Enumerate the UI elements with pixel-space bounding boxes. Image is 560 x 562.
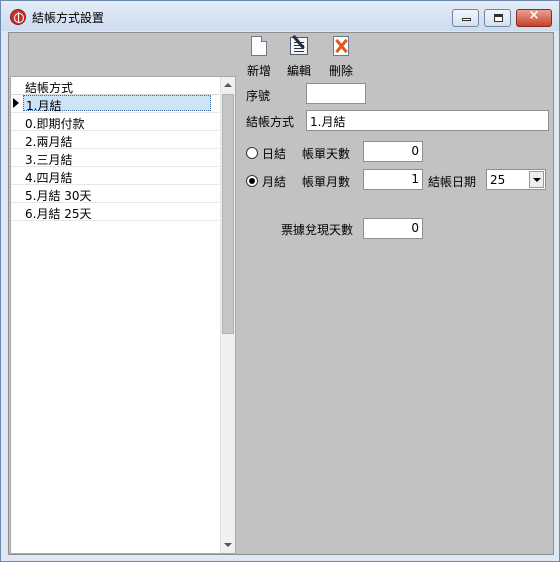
scroll-up-icon[interactable] [224, 83, 232, 87]
current-row-indicator-icon [13, 98, 19, 108]
title-bar[interactable]: 結帳方式設置 × [1, 1, 559, 31]
list-row-label: 6.月結 25天 [25, 207, 92, 221]
daily-radio-label[interactable]: 日結 [262, 145, 286, 162]
delete-button-label: 刪除 [328, 64, 353, 78]
window: 結帳方式設置 × 新增 編輯 刪除 結帳方式 1.月結 0.即期付款 2.兩月結… [0, 0, 560, 562]
days-field[interactable]: 0 [363, 141, 423, 162]
maximize-button[interactable] [484, 9, 511, 27]
new-button[interactable]: 新增 [237, 35, 281, 78]
list-row-label: 3.三月結 [25, 153, 73, 167]
cash-days-label: 票據兌現天數 [281, 223, 354, 237]
list-row[interactable]: 3.三月結 [11, 149, 219, 167]
close-icon: × [528, 8, 540, 23]
months-field[interactable]: 1 [363, 169, 423, 190]
seq-label: 序號 [246, 89, 271, 103]
client-area: 新增 編輯 刪除 結帳方式 1.月結 0.即期付款 2.兩月結 3.三月結 4.… [8, 32, 554, 555]
months-label: 帳單月數 [302, 175, 351, 189]
monthly-radio-label[interactable]: 月結 [262, 173, 286, 190]
list-row[interactable]: 6.月結 25天 [11, 203, 219, 221]
window-title: 結帳方式設置 [32, 11, 105, 25]
seq-field[interactable] [306, 83, 366, 104]
maximize-icon [494, 14, 503, 22]
scrollbar-thumb[interactable] [222, 94, 234, 334]
list-row-label: 1.月結 [23, 95, 211, 113]
closing-day-select[interactable]: 25 [486, 169, 546, 190]
edit-document-icon [290, 37, 308, 55]
list-row[interactable]: 4.四月結 [11, 167, 219, 185]
edit-button[interactable]: 編輯 [277, 35, 321, 78]
list-row[interactable]: 5.月結 30天 [11, 185, 219, 203]
cash-days-field[interactable]: 0 [363, 218, 423, 239]
new-button-label: 新增 [246, 64, 271, 78]
delete-document-icon [333, 36, 349, 56]
list-column-header[interactable]: 結帳方式 [11, 77, 219, 95]
list-row[interactable]: 1.月結 [11, 95, 219, 113]
minimize-icon [462, 18, 471, 21]
list-row-label: 0.即期付款 [25, 117, 85, 131]
closing-day-value: 25 [490, 173, 506, 187]
toolbar: 新增 編輯 刪除 [9, 33, 553, 78]
list-row[interactable]: 0.即期付款 [11, 113, 219, 131]
edit-button-label: 編輯 [286, 64, 311, 78]
list-row-label: 2.兩月結 [25, 135, 73, 149]
app-logo-icon [10, 9, 26, 25]
method-label: 結帳方式 [246, 115, 295, 129]
daily-radio[interactable] [246, 147, 258, 159]
chevron-down-icon[interactable] [529, 171, 544, 188]
list-row-label: 5.月結 30天 [25, 189, 92, 203]
days-label: 帳單天數 [302, 147, 351, 161]
payment-method-list[interactable]: 結帳方式 1.月結 0.即期付款 2.兩月結 3.三月結 4.四月結 5.月結 … [10, 76, 236, 554]
list-header-label: 結帳方式 [25, 81, 74, 95]
close-button[interactable]: × [516, 8, 552, 27]
minimize-button[interactable] [452, 9, 479, 27]
list-row-label: 4.四月結 [25, 171, 73, 185]
monthly-radio[interactable] [246, 175, 258, 187]
method-field[interactable]: 1.月結 [306, 110, 549, 131]
closing-day-label: 結帳日期 [428, 175, 477, 189]
scroll-down-icon[interactable] [224, 543, 232, 547]
delete-button[interactable]: 刪除 [319, 35, 363, 78]
list-row[interactable]: 2.兩月結 [11, 131, 219, 149]
new-document-icon [251, 36, 267, 56]
list-scrollbar[interactable] [220, 77, 235, 553]
